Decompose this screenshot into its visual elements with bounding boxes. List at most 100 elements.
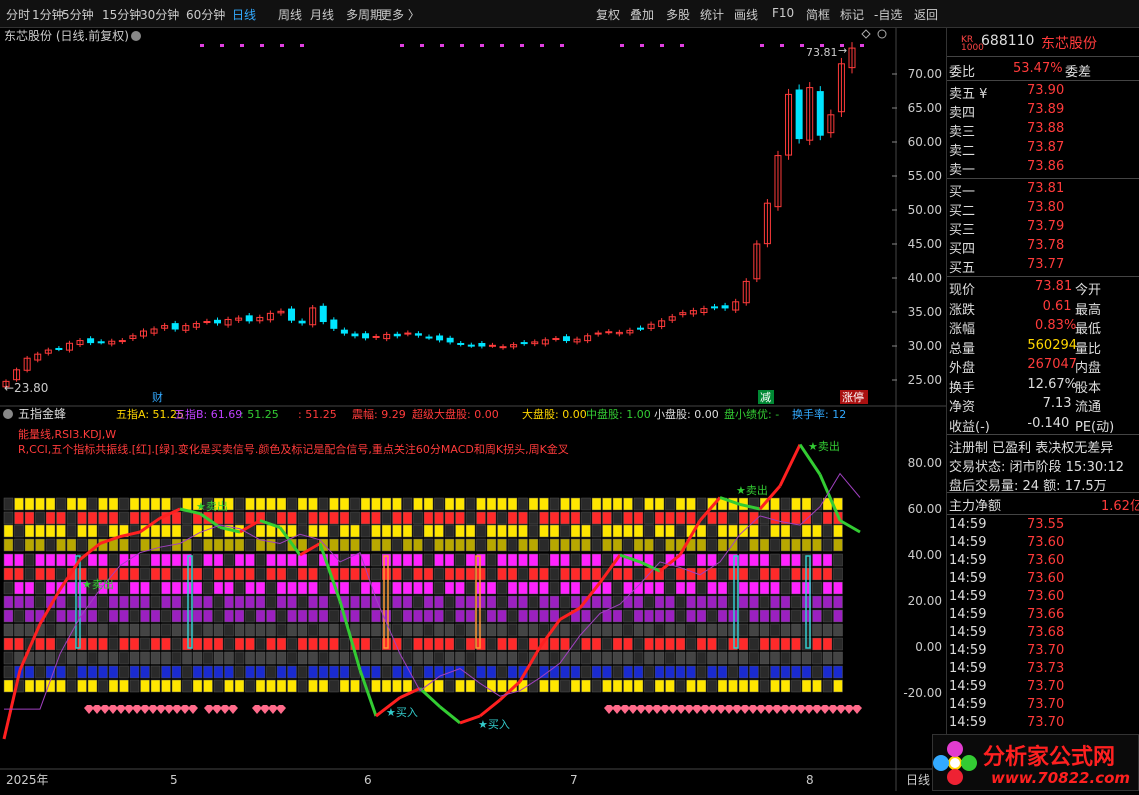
indicator-cell [623,567,633,581]
gem-icon [708,705,718,714]
indicator-cell [297,651,308,665]
indicator-cell [560,524,570,538]
indicator-cell [801,679,812,693]
indicator-cell [465,511,476,525]
tab-10[interactable]: 更多 〉 [380,6,420,23]
tab-7[interactable]: 周线 [278,6,302,23]
toolbar-button-1[interactable]: 叠加 [630,6,654,23]
indicator-cell [287,623,297,637]
indicator-cell [381,538,392,552]
indicator-cell [749,538,759,552]
quote-cell: 73.70 [1027,715,1065,730]
indicator-cell [150,609,161,623]
indicator-cell [371,553,381,567]
tab-1[interactable]: 1分钟 [32,6,64,23]
indicator-cell [707,595,717,609]
indicator-cell [717,609,728,623]
toolbar-button-9[interactable]: 返回 [914,6,938,23]
indicator-cell [570,595,581,609]
chart-canvas[interactable]: 东芯股份 (日线.前复权)70.0065.0060.0055.0050.0045… [0,28,946,791]
indicator-cell [686,609,696,623]
date-label: 日线 [906,773,930,787]
indicator-cell [150,637,161,651]
indicator-cell [728,581,738,595]
tab-3[interactable]: 15分钟 [102,6,141,23]
indicator-cell [255,595,266,609]
indicator-cell [791,609,801,623]
indicator-cell [360,581,371,595]
indicator-cell [35,511,45,525]
quote-cell: -0.140 [1027,415,1070,431]
date-label: 6 [364,773,372,787]
indicator-cell [570,623,581,637]
indicator-cell [350,524,360,538]
indicator-cell [245,679,255,693]
indicator-cell [570,524,581,538]
toolbar-button-2[interactable]: 多股 [666,6,690,23]
indicator-cell [812,497,822,511]
tab-9[interactable]: 多周期 [346,6,382,23]
indicator-cell [812,679,822,693]
gem-icon [748,705,758,714]
toolbar-button-0[interactable]: 复权 [596,6,620,23]
tab-4[interactable]: 30分钟 [140,6,179,23]
indicator-cell [150,497,161,511]
indicator-cell [234,623,245,637]
tab-6[interactable]: 日线 [232,6,256,23]
indicator-cell [171,553,182,567]
toolbar-button-7[interactable]: 标记 [840,6,864,23]
date-label: 5 [170,773,178,787]
indicator-cell [171,665,182,679]
toolbar-button-3[interactable]: 统计 [700,6,724,23]
indicator-cell [213,538,224,552]
candle-body [118,340,126,343]
indicator-cell [591,665,602,679]
quote-row: 14:59 73.60 [947,588,1139,607]
indicator-line-segment [459,714,481,725]
indicator-cell [402,609,413,623]
badge-cai: 财 [152,390,163,404]
toolbar-button-5[interactable]: F10 [772,6,794,20]
indicator-cell [150,651,161,665]
toolbar-button-8[interactable]: -自选 [874,6,902,23]
indicator-cell [234,538,245,552]
indicator-cell [476,595,486,609]
indicator-cell [234,511,245,525]
indicator-cell [686,511,696,525]
chart-area[interactable]: 东芯股份 (日线.前复权) 70.00 65.00 60.00 55.00 50.00 45… [0,28,946,791]
quote-cell: 主力净额 [949,499,1002,514]
toolbar-button-6[interactable]: 简框 [806,6,830,23]
indicator-cell [192,538,203,552]
quote-row: 卖二 73.87 [947,139,1139,159]
indicator-cell [780,651,791,665]
toolbar-button-4[interactable]: 画线 [734,6,758,23]
indicator-cell [245,637,255,651]
quote-cell: 73.70 [1027,679,1065,694]
indicator-cell [24,679,35,693]
quote-cell: 卖二 [949,144,976,159]
candle-body [457,342,465,345]
tab-8[interactable]: 月线 [310,6,334,23]
tab-0[interactable]: 分时 [6,6,30,23]
indicator-cell [45,511,56,525]
indicator-cell [224,595,234,609]
indicator-cell [119,623,129,637]
gem-icon [812,705,822,714]
indicator-cell [602,553,612,567]
indicator-cell [182,651,192,665]
indicator-cell [392,581,402,595]
indicator-cell [728,524,738,538]
indicator-cell [98,524,108,538]
candle-body [55,347,63,350]
tab-2[interactable]: 5分钟 [62,6,94,23]
indicator-cell [759,637,770,651]
indicator-cell [507,665,518,679]
tab-5[interactable]: 60分钟 [186,6,225,23]
indicator-cell [633,595,644,609]
indicator-cell [224,538,234,552]
indicator-cell [140,679,150,693]
gem-icon [636,705,646,714]
indicator-cell [234,651,245,665]
indicator-cell [770,637,780,651]
indicator-cell [392,623,402,637]
